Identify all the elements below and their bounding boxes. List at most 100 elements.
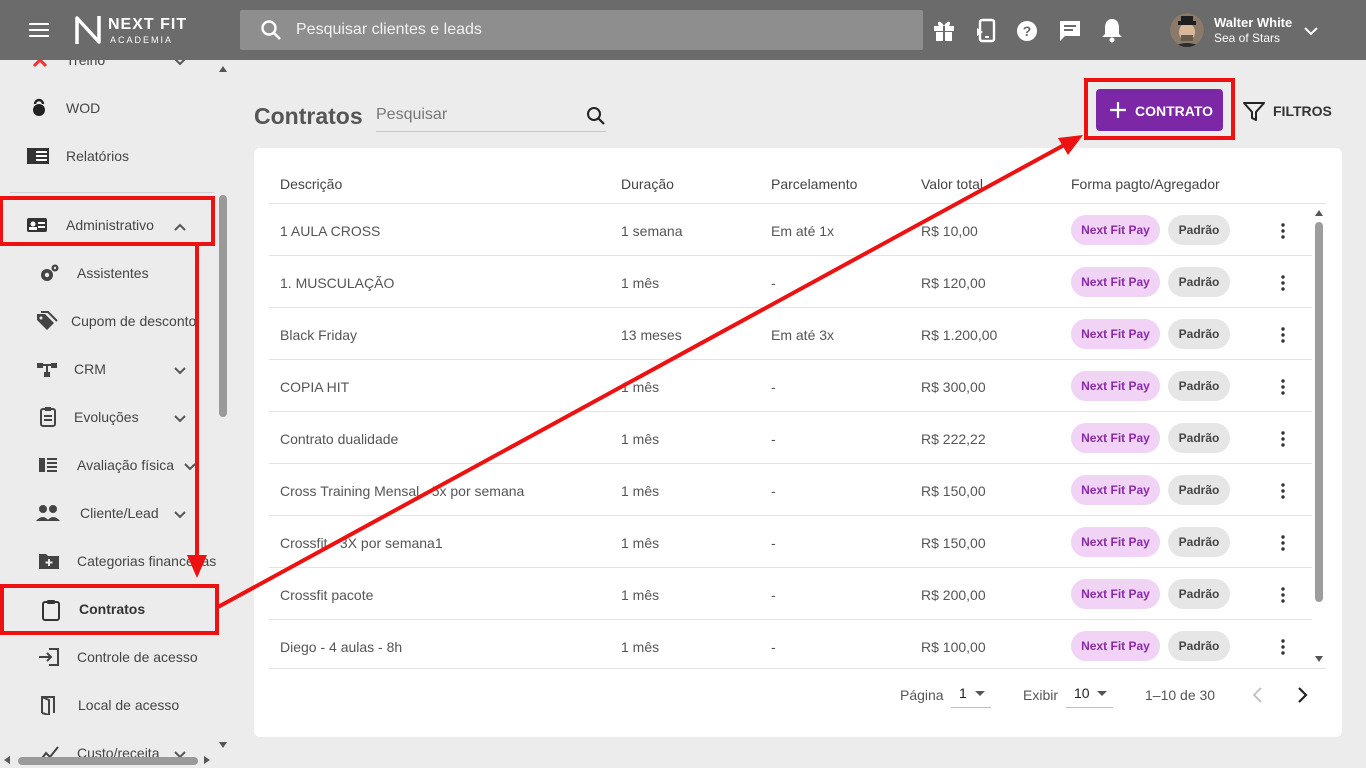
aggregator-badge: Padrão xyxy=(1168,215,1230,245)
crm-icon xyxy=(36,359,58,379)
cell-parcelamento: Em até 1x xyxy=(771,223,835,239)
sidebar-item-local-de-acesso[interactable]: Local de acesso xyxy=(0,681,215,729)
chevron-down-icon xyxy=(173,60,187,66)
global-search-input[interactable] xyxy=(296,10,896,50)
table-row[interactable]: Diego - 4 aulas - 8h 1 mês - R$ 100,00 N… xyxy=(269,620,1312,668)
cell-descricao: 1 AULA CROSS xyxy=(280,223,381,239)
logo[interactable]: NEXT FIT ACADEMIA xyxy=(74,14,194,48)
column-header-valor-total[interactable]: Valor total xyxy=(921,176,983,192)
payment-badge: Next Fit Pay xyxy=(1071,215,1160,245)
more-options-icon[interactable] xyxy=(1273,221,1293,241)
cell-descricao: Cross Training Mensal - 5x por semana xyxy=(280,483,525,499)
clipboard-list-icon xyxy=(38,407,60,427)
sidebar-item-contratos[interactable]: Contratos xyxy=(0,585,215,633)
page-size-select[interactable]: 10 xyxy=(1066,680,1113,708)
cell-duracao: 1 mês xyxy=(621,587,660,603)
table-row[interactable]: COPIA HIT 1 mês - R$ 300,00 Next Fit Pay… xyxy=(269,360,1312,412)
more-options-icon[interactable] xyxy=(1273,377,1293,397)
cell-descricao: Crossfit pacote xyxy=(280,587,374,603)
chevron-down-icon[interactable] xyxy=(1303,24,1319,36)
add-contract-button[interactable]: CONTRATO xyxy=(1096,89,1223,131)
global-search[interactable] xyxy=(240,10,923,50)
cell-valor: R$ 150,00 xyxy=(921,535,986,551)
payment-badge: Next Fit Pay xyxy=(1071,267,1160,297)
table-row[interactable]: Black Friday 13 meses Em até 3x R$ 1.200… xyxy=(269,308,1312,360)
bell-icon[interactable] xyxy=(1099,16,1125,44)
table-row[interactable]: Crossfit pacote 1 mês - R$ 200,00 Next F… xyxy=(269,568,1312,620)
cell-duracao: 1 mês xyxy=(621,639,660,655)
cell-duracao: 1 mês xyxy=(621,535,660,551)
next-page-button[interactable] xyxy=(1291,684,1313,706)
sidebar-item-administrativo[interactable]: Administrativo xyxy=(0,201,215,249)
payment-badge: Next Fit Pay xyxy=(1071,475,1160,505)
sidebar-item-evolucoes[interactable]: Evoluções xyxy=(0,393,215,441)
help-icon[interactable]: ? xyxy=(1014,16,1040,44)
page-title: Contratos xyxy=(254,103,363,129)
sidebar-item-assistentes[interactable]: Assistentes xyxy=(0,249,215,297)
page-size-label: Exibir xyxy=(1023,687,1059,703)
more-options-icon[interactable] xyxy=(1273,429,1293,449)
user-organization[interactable]: Sea of Stars xyxy=(1214,31,1280,45)
cell-valor: R$ 222,22 xyxy=(921,431,986,447)
sidebar-item-avaliacao-fisica[interactable]: Avaliação física xyxy=(0,441,215,489)
sidebar-item-categorias-financeiras[interactable]: Categorias financeiras xyxy=(0,537,217,585)
search-icon[interactable] xyxy=(586,106,606,126)
more-options-icon[interactable] xyxy=(1273,533,1293,553)
sidebar-item-label: Evoluções xyxy=(74,409,139,425)
sidebar-horizontal-scrollbar-thumb[interactable] xyxy=(18,757,198,765)
page-size-value: 10 xyxy=(1074,685,1090,701)
more-options-icon[interactable] xyxy=(1273,637,1293,657)
top-bar: NEXT FIT ACADEMIA ? Walter White Sea of … xyxy=(0,0,1366,60)
user-name[interactable]: Walter White xyxy=(1214,15,1292,30)
aggregator-badge: Padrão xyxy=(1168,631,1230,661)
filters-label: FILTROS xyxy=(1273,103,1332,119)
table-row[interactable]: 1 AULA CROSS 1 semana Em até 1x R$ 10,00… xyxy=(269,204,1312,256)
sidebar-item-label: Categorias financeiras xyxy=(77,553,217,569)
avatar[interactable] xyxy=(1170,13,1204,47)
column-header-descricao[interactable]: Descrição xyxy=(280,176,342,192)
gift-icon[interactable] xyxy=(931,16,957,44)
contracts-search[interactable] xyxy=(376,100,606,132)
cell-descricao: Contrato dualidade xyxy=(280,431,399,447)
more-options-icon[interactable] xyxy=(1273,273,1293,293)
logo-text: NEXT FIT xyxy=(108,16,188,33)
more-options-icon[interactable] xyxy=(1273,481,1293,501)
payment-badge: Next Fit Pay xyxy=(1071,631,1160,661)
svg-text:?: ? xyxy=(1023,23,1032,39)
chat-icon[interactable] xyxy=(1057,16,1083,44)
sidebar-item-cliente-lead[interactable]: Cliente/Lead xyxy=(0,489,215,537)
aggregator-badge: Padrão xyxy=(1168,423,1230,453)
cell-valor: R$ 10,00 xyxy=(921,223,978,239)
more-options-icon[interactable] xyxy=(1273,325,1293,345)
column-header-forma-pagto[interactable]: Forma pagto/Agregador xyxy=(1071,176,1220,192)
sidebar-item-controle-de-acesso[interactable]: Controle de acesso xyxy=(0,633,215,681)
sidebar-item-treino[interactable]: Treino xyxy=(0,60,215,84)
column-header-duracao[interactable]: Duração xyxy=(621,176,674,192)
cell-parcelamento: Em até 3x xyxy=(771,327,835,343)
contracts-search-input[interactable] xyxy=(376,100,576,130)
cell-duracao: 1 mês xyxy=(621,275,660,291)
table-row[interactable]: 1. MUSCULAÇÃO 1 mês - R$ 120,00 Next Fit… xyxy=(269,256,1312,308)
sidebar-item-cupom-de-desconto[interactable]: Cupom de desconto xyxy=(0,297,215,345)
cell-descricao: Diego - 4 aulas - 8h xyxy=(280,639,403,655)
more-options-icon[interactable] xyxy=(1273,585,1293,605)
table-row[interactable]: Contrato dualidade 1 mês - R$ 222,22 Nex… xyxy=(269,412,1312,464)
page-range: 1–10 de 30 xyxy=(1145,687,1216,703)
sidebar-item-wod[interactable]: WOD xyxy=(0,84,215,132)
table-row[interactable]: Crossfit - 3X por semana1 1 mês - R$ 150… xyxy=(269,516,1312,568)
page-select-value: 1 xyxy=(959,685,967,701)
menu-icon[interactable] xyxy=(28,20,50,40)
table-scrollbar-thumb[interactable] xyxy=(1315,222,1323,602)
page-select[interactable]: 1 xyxy=(951,680,991,708)
phone-icon[interactable] xyxy=(973,16,999,44)
sidebar-item-label: Avaliação física xyxy=(77,457,175,473)
payment-badge: Next Fit Pay xyxy=(1071,319,1160,349)
sidebar-item-crm[interactable]: CRM xyxy=(0,345,215,393)
table-row[interactable]: Cross Training Mensal - 5x por semana 1 … xyxy=(269,464,1312,516)
previous-page-button[interactable] xyxy=(1247,684,1269,706)
filters-button[interactable]: FILTROS xyxy=(1242,96,1338,126)
sidebar-item-relatorios[interactable]: Relatórios xyxy=(0,132,215,180)
sidebar-scrollbar-thumb[interactable] xyxy=(219,195,227,417)
column-header-parcelamento[interactable]: Parcelamento xyxy=(771,176,857,192)
clipboard-icon xyxy=(40,599,62,621)
